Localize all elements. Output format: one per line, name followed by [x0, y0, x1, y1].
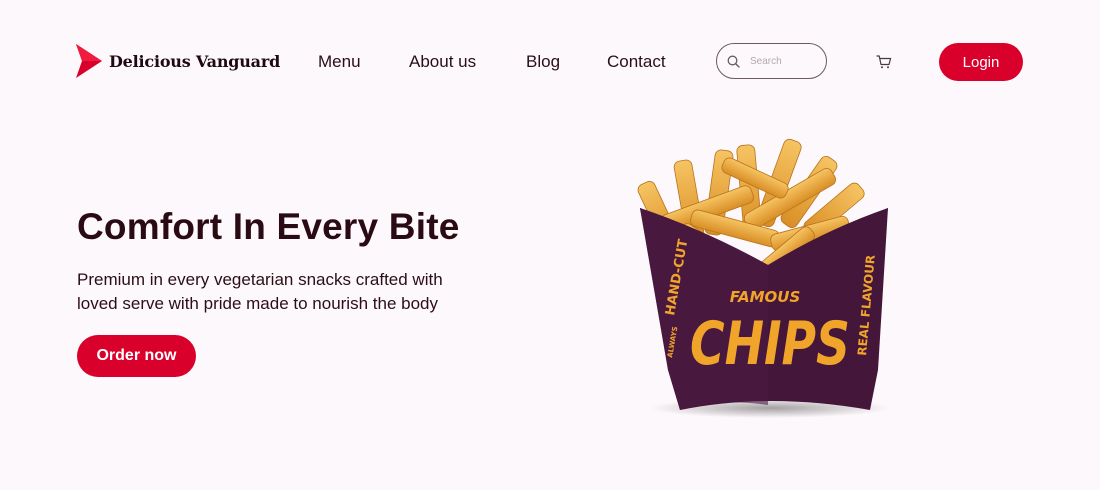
nav-about-us[interactable]: About us: [409, 52, 476, 72]
hero-text-line-2: loved serve with pride made to nourish t…: [77, 294, 438, 313]
search-icon: [727, 55, 740, 68]
hero-title: Comfort In Every Bite: [77, 206, 460, 247]
order-now-button[interactable]: Order now: [77, 335, 196, 377]
login-button[interactable]: Login: [939, 43, 1023, 81]
brand-logo[interactable]: Delicious Vanguard: [76, 44, 280, 78]
box-famous-text: FAMOUS: [730, 288, 801, 306]
red-arrow-logo-icon: [76, 44, 102, 78]
hero-description: Premium in every vegetarian snacks craft…: [77, 268, 497, 316]
search-box[interactable]: [716, 43, 827, 79]
nav-contact[interactable]: Contact: [607, 52, 666, 72]
chips-product-image: FAMOUS CHIPS ALWAYS HAND-CUT REAL FLAVOU…: [620, 130, 910, 430]
cart-icon[interactable]: [876, 54, 892, 70]
search-input[interactable]: [748, 54, 822, 68]
box-chips-text: CHIPS: [690, 309, 850, 379]
nav-menu[interactable]: Menu: [318, 52, 361, 72]
hero-text-line-1: Premium in every vegetarian snacks craft…: [77, 270, 443, 289]
nav-blog[interactable]: Blog: [526, 52, 560, 72]
brand-name: Delicious Vanguard: [109, 51, 281, 71]
